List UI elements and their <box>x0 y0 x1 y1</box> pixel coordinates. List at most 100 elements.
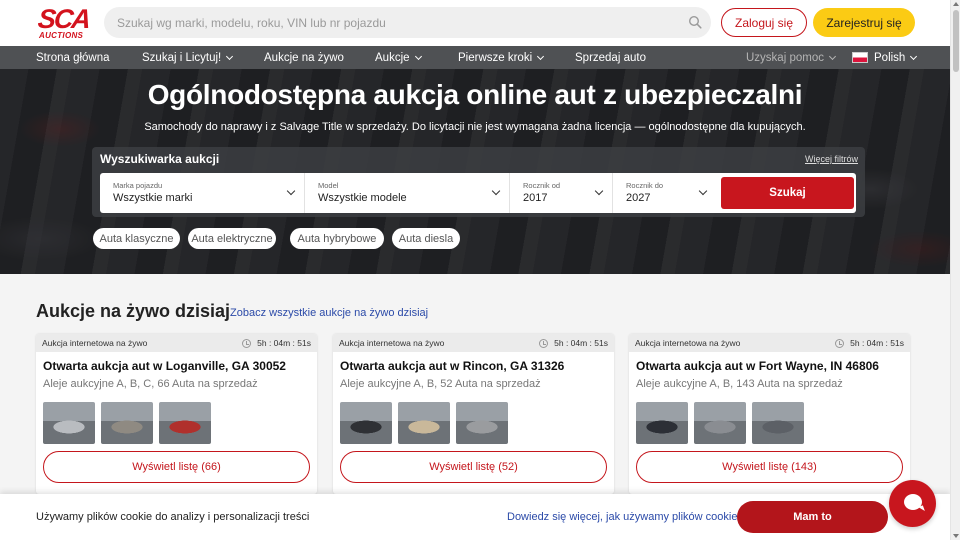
nav-item-label: Aukcje na żywo <box>264 51 344 64</box>
vehicle-thumbnail[interactable] <box>43 402 95 444</box>
clock-icon <box>242 338 252 348</box>
nav-item-help[interactable]: Uzyskaj pomoc <box>746 46 837 69</box>
cookie-text: Używamy plików cookie do analizy i perso… <box>36 511 310 523</box>
card-header: Aukcja internetowa na żywo 5h : 04m : 51… <box>36 334 317 352</box>
auction-card: Aukcja internetowa na żywo 5h : 04m : 51… <box>629 334 910 494</box>
chevron-down-icon <box>537 52 545 60</box>
accept-cookies-button[interactable]: Mam to <box>737 501 888 533</box>
auction-finder: Wyszukiwarka aukcji Więcej filtrów Marka… <box>92 147 865 217</box>
countdown-timer: 5h : 04m : 51s <box>242 338 311 348</box>
hero-banner: Ogólnodostępna aukcja online aut z ubezp… <box>0 69 950 274</box>
field-label: Rocznik do <box>626 181 664 190</box>
field-label: Model <box>318 181 339 190</box>
vehicle-thumbnail[interactable] <box>752 402 804 444</box>
nav-item-getting-started[interactable]: Pierwsze kroki <box>458 46 545 69</box>
language-selector[interactable]: Polish <box>852 46 918 69</box>
field-value: Wszystkie marki <box>113 192 193 204</box>
cookie-banner: Używamy plików cookie do analizy i perso… <box>0 494 950 540</box>
main-nav: Strona główna Szukaj i Licytuj! Aukcje n… <box>0 46 950 69</box>
vehicle-thumbnail[interactable] <box>694 402 746 444</box>
timer-value: 5h : 04m : 51s <box>257 338 311 348</box>
chevron-down-icon <box>286 186 296 196</box>
chevron-down-icon <box>910 52 918 60</box>
more-filters-link[interactable]: Więcej filtrów <box>805 154 858 164</box>
hero-subtitle: Samochody do naprawy i z Salvage Title w… <box>144 121 806 133</box>
nav-item-sell-car[interactable]: Sprzedaj auto <box>575 46 646 69</box>
chip-electric-cars[interactable]: Auta elektryczne <box>188 228 276 249</box>
card-header: Aukcja internetowa na żywo 5h : 04m : 51… <box>333 334 614 352</box>
year-from-select[interactable]: Rocznik od 2017 <box>510 173 613 213</box>
nav-item-home[interactable]: Strona główna <box>36 46 110 69</box>
site-header: SCA AUCTIONS Zaloguj się Zarejestruj się <box>0 0 950 46</box>
page-scrollbar[interactable] <box>950 0 960 540</box>
card-subtitle: Aleje aukcyjne A, B, C, 66 Auta na sprze… <box>43 378 258 390</box>
nav-item-label: Szukaj i Licytuj! <box>142 51 222 64</box>
chevron-down-icon <box>828 52 837 60</box>
vehicle-thumbnail[interactable] <box>398 402 450 444</box>
vehicle-thumbnail[interactable] <box>101 402 153 444</box>
view-list-button[interactable]: Wyświetl listę (66) <box>43 451 310 483</box>
clock-icon <box>835 338 845 348</box>
field-label: Rocznik od <box>523 181 561 190</box>
poland-flag-icon <box>852 52 868 63</box>
search-input[interactable] <box>104 7 711 38</box>
auction-type: Aukcja internetowa na żywo <box>635 338 741 348</box>
nav-item-live-auctions[interactable]: Aukcje na żywo <box>264 46 344 69</box>
vehicle-thumbnail[interactable] <box>340 402 392 444</box>
year-to-select[interactable]: Rocznik do 2027 <box>613 173 716 213</box>
vehicle-thumbnail[interactable] <box>159 402 211 444</box>
nav-item-label: Strona główna <box>36 51 110 64</box>
countdown-timer: 5h : 04m : 51s <box>835 338 904 348</box>
logo-subtext: AUCTIONS <box>39 31 84 40</box>
auction-type: Aukcja internetowa na żywo <box>42 338 148 348</box>
language-label: Polish <box>874 51 906 64</box>
login-button[interactable]: Zaloguj się <box>721 8 807 37</box>
timer-value: 5h : 04m : 51s <box>554 338 608 348</box>
vehicle-thumbnail[interactable] <box>636 402 688 444</box>
make-select[interactable]: Marka pojazdu Wszystkie marki <box>100 173 305 213</box>
chevron-down-icon <box>414 52 422 60</box>
nav-item-auctions[interactable]: Aukcje <box>375 46 422 69</box>
page: SCA AUCTIONS Zaloguj się Zarejestruj się… <box>0 0 960 540</box>
all-live-auctions-link[interactable]: Zobacz wszystkie aukcje na żywo dzisiaj <box>230 307 428 319</box>
card-title[interactable]: Otwarta aukcja aut w Fort Wayne, IN 4680… <box>636 359 879 373</box>
scroll-down-arrow-icon[interactable] <box>953 534 959 538</box>
auction-card: Aukcja internetowa na żywo 5h : 04m : 51… <box>36 334 317 494</box>
clock-icon <box>539 338 549 348</box>
card-subtitle: Aleje aukcyjne A, B, 52 Auta na sprzedaż <box>340 378 541 390</box>
chevron-down-icon <box>698 186 708 196</box>
card-title[interactable]: Otwarta aukcja aut w Loganville, GA 3005… <box>43 359 286 373</box>
field-label: Marka pojazdu <box>113 181 163 190</box>
chevron-down-icon <box>594 186 604 196</box>
chip-diesel-cars[interactable]: Auta diesla <box>392 228 460 249</box>
cookie-learn-more-link[interactable]: Dowiedz się więcej, jak używamy plików c… <box>507 511 737 523</box>
timer-value: 5h : 04m : 51s <box>850 338 904 348</box>
field-value: Wszystkie modele <box>318 192 407 204</box>
field-value: 2027 <box>626 192 651 204</box>
search-icon[interactable] <box>688 15 702 29</box>
card-subtitle: Aleje aukcyjne A, B, 143 Auta na sprzeda… <box>636 378 843 390</box>
register-button[interactable]: Zarejestruj się <box>813 8 915 37</box>
field-value: 2017 <box>523 192 548 204</box>
view-list-button[interactable]: Wyświetl listę (143) <box>636 451 903 483</box>
chip-classic-cars[interactable]: Auta klasyczne <box>93 228 180 249</box>
scroll-up-arrow-icon[interactable] <box>953 2 959 6</box>
view-list-button[interactable]: Wyświetl listę (52) <box>340 451 607 483</box>
sca-logo[interactable]: SCA AUCTIONS <box>36 4 92 40</box>
chevron-down-icon <box>226 52 234 60</box>
vehicle-thumbnail[interactable] <box>456 402 508 444</box>
countdown-timer: 5h : 04m : 51s <box>539 338 608 348</box>
card-title[interactable]: Otwarta aukcja aut w Rincon, GA 31326 <box>340 359 564 373</box>
scrollbar-thumb[interactable] <box>953 10 959 72</box>
search-button[interactable]: Szukaj <box>721 177 854 209</box>
chip-hybrid-cars[interactable]: Auta hybrybowe <box>290 228 384 249</box>
model-select[interactable]: Model Wszystkie modele <box>305 173 510 213</box>
hero-title: Ogólnodostępna aukcja online aut z ubezp… <box>147 79 803 110</box>
finder-title: Wyszukiwarka aukcji <box>100 152 220 166</box>
chat-button[interactable] <box>889 480 936 527</box>
nav-item-label: Pierwsze kroki <box>458 51 533 64</box>
nav-item-search-bid[interactable]: Szukaj i Licytuj! <box>142 46 234 69</box>
card-header: Aukcja internetowa na żywo 5h : 04m : 51… <box>629 334 910 352</box>
nav-item-label: Uzyskaj pomoc <box>746 51 824 64</box>
chevron-down-icon <box>491 186 501 196</box>
